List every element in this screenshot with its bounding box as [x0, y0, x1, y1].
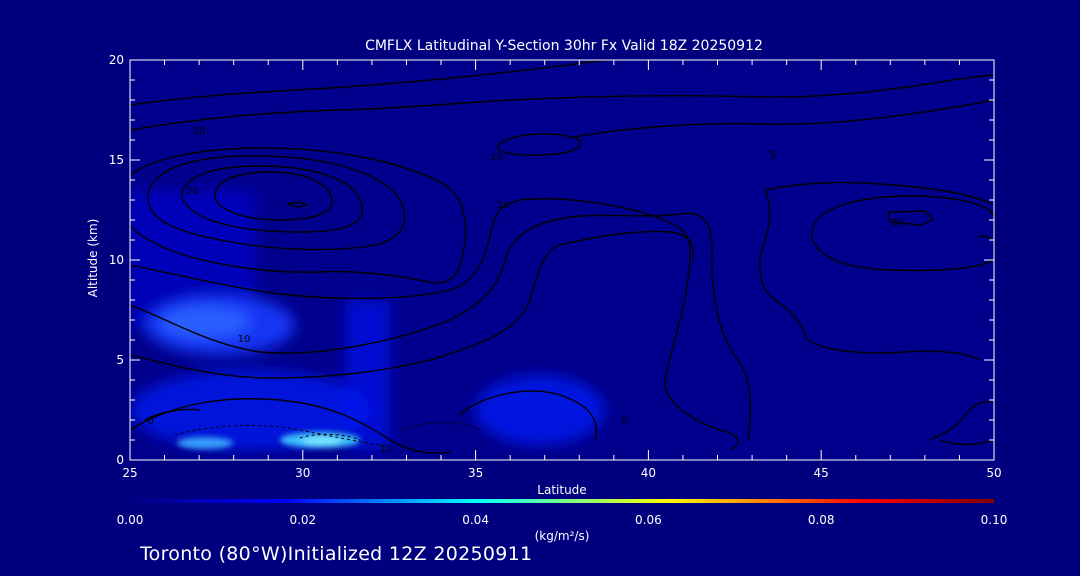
contour-label: 10	[379, 444, 392, 455]
colorbar-tick-label: 0.08	[808, 513, 835, 527]
field-lower-mid	[475, 375, 605, 445]
plot-area: 10 10 10 20 5 20 10 0 10 0	[130, 60, 994, 460]
colorbar-ticks: 0.00 0.02 0.04 0.06 0.08 0.10	[117, 513, 1008, 527]
contour-label: 5	[770, 150, 776, 161]
y-tick-label: 0	[116, 453, 124, 467]
colorbar-tick-label: 0.10	[981, 513, 1008, 527]
chart-title: CMFLX Latitudinal Y-Section 30hr Fx Vali…	[365, 38, 763, 54]
y-tick-label: 15	[109, 153, 124, 167]
contour-label: 20	[186, 186, 199, 197]
contour-label: 10	[497, 200, 510, 211]
colorbar-tick-label: 0.02	[289, 513, 316, 527]
colorbar-units: (kg/m²/s)	[535, 529, 590, 543]
footer-text: Toronto (80°W)Initialized 12Z 20250911	[140, 543, 533, 565]
x-tick-label: 25	[122, 466, 137, 480]
x-axis-label: Latitude	[537, 483, 586, 497]
contour-label: 20	[891, 218, 904, 229]
colorbar-tick-label: 0.06	[635, 513, 662, 527]
field-peak-2-core	[302, 437, 342, 445]
colorbar-tick-label: 0.04	[462, 513, 489, 527]
colorbar-tick-label: 0.00	[117, 513, 144, 527]
y-axis-label: Altitude (km)	[86, 219, 100, 298]
x-tick-label: 40	[641, 466, 656, 480]
chart: CMFLX Latitudinal Y-Section 30hr Fx Vali…	[86, 38, 1008, 543]
contour-label: 10	[193, 126, 206, 137]
contour-label: 10	[490, 152, 503, 163]
contour-label: 0	[621, 416, 627, 427]
x-tick-label: 35	[468, 466, 483, 480]
x-tick-label: 50	[986, 466, 1001, 480]
y-tick-label: 5	[116, 353, 124, 367]
field-core-left-inner	[160, 306, 250, 338]
colorbar	[130, 499, 994, 503]
y-tick-label: 10	[109, 253, 124, 267]
x-tick-label: 30	[295, 466, 310, 480]
field-peak-1	[177, 437, 233, 449]
contour-label: 0	[148, 416, 154, 427]
x-tick-label: 45	[814, 466, 829, 480]
contour-label: 10	[238, 334, 251, 345]
y-tick-label: 20	[109, 53, 124, 67]
